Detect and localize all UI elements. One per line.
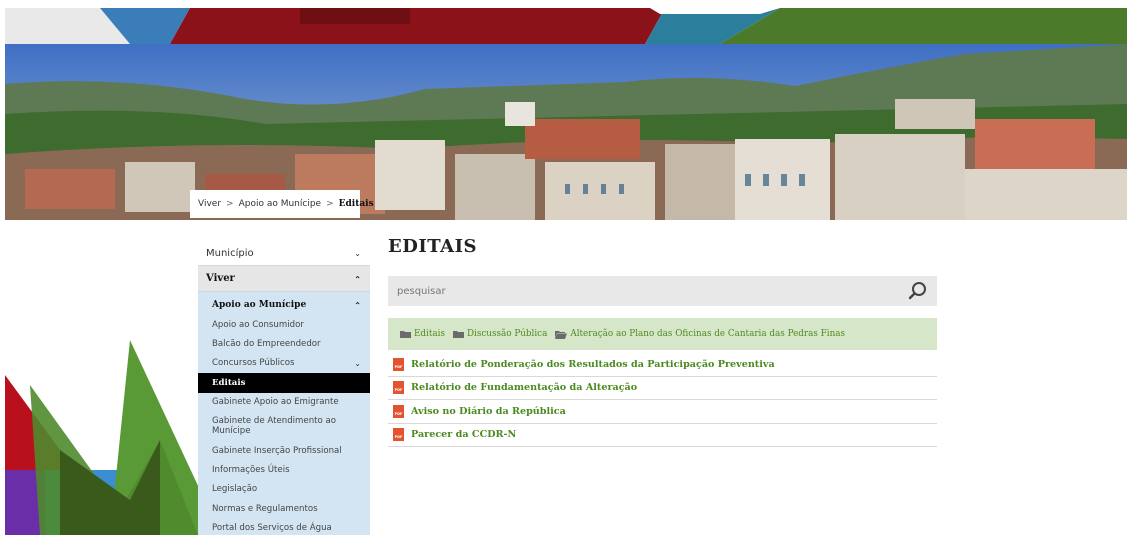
sidebar-item-balcao-empreendedor[interactable]: Balcão do Empreendedor	[198, 334, 370, 353]
file-link-relatorio-fundamentacao[interactable]: PDF Relatório de Fundamentação da Altera…	[388, 377, 937, 400]
search-icon	[908, 282, 926, 300]
file-label: Relatório de Fundamentação da Alteração	[411, 382, 638, 394]
folder-icon	[452, 331, 464, 338]
breadcrumb-current: Editais	[338, 199, 374, 209]
breadcrumb-separator: >	[326, 199, 334, 209]
folder-open-icon	[555, 330, 568, 339]
folder-label: Alteração ao Plano das Oficinas de Canta…	[570, 329, 846, 339]
chevron-up-icon: ⌃	[354, 273, 361, 284]
sidebar-item-informacoes-uteis[interactable]: Informações Úteis	[198, 460, 370, 479]
folder-link-editais[interactable]: Editais	[400, 329, 445, 339]
sidebar-item-viver[interactable]: Viver ⌃	[198, 266, 370, 292]
sidebar-item-label: Editais	[212, 377, 246, 388]
search-input[interactable]	[397, 285, 877, 297]
sidebar-item-legislacao[interactable]: Legislação	[198, 480, 370, 499]
sidebar-item-label: Apoio ao Consumidor	[212, 319, 304, 330]
file-link-relatorio-ponderacao[interactable]: PDF Relatório de Ponderação dos Resultad…	[388, 353, 937, 377]
pdf-icon: PDF	[393, 381, 404, 395]
sidebar-item-concursos-publicos[interactable]: Concursos Públicos ⌄	[198, 354, 370, 373]
sidebar-section-apoio[interactable]: Apoio ao Munícipe ⌃	[198, 295, 370, 315]
search-button[interactable]	[907, 280, 929, 302]
sidebar-item-label: Viver	[206, 273, 235, 284]
sidebar-item-label: Gabinete de Atendimento ao Munícipe	[212, 416, 337, 437]
sidebar-item-label: Informações Úteis	[212, 465, 290, 476]
town-panorama-graphic	[5, 44, 1127, 220]
breadcrumb: Viver > Apoio ao Munícipe > Editais	[190, 190, 374, 218]
chevron-up-icon: ⌃	[354, 300, 361, 310]
chevron-down-icon: ⌄	[354, 249, 361, 258]
folder-label: Editais	[414, 329, 445, 339]
sidebar-item-gabinete-insercao[interactable]: Gabinete Inserção Profissional	[198, 441, 370, 460]
file-link-parecer-ccdr[interactable]: PDF Parecer da CCDR-N	[388, 424, 937, 447]
chevron-down-icon: ⌄	[354, 358, 361, 368]
sidebar-item-label: Portal dos Serviços de Água	[212, 523, 332, 534]
hero-banner-image	[5, 44, 1127, 220]
header-strip-graphic	[0, 0, 1127, 44]
search-bar	[388, 276, 937, 306]
breadcrumb-separator: >	[226, 199, 234, 209]
file-list: PDF Relatório de Ponderação dos Resultad…	[388, 353, 937, 447]
sidebar-item-label: Concursos Públicos	[212, 358, 295, 369]
sidebar-item-municipio[interactable]: Município ⌄	[198, 242, 370, 266]
sidebar-item-label: Gabinete Inserção Profissional	[212, 445, 342, 456]
sidebar-item-label: Município	[206, 248, 254, 259]
pdf-icon: PDF	[393, 428, 404, 442]
folder-label: Discussão Pública	[466, 329, 548, 339]
sidebar-item-label: Balcão do Empreendedor	[212, 339, 321, 350]
pdf-icon: PDF	[393, 404, 404, 418]
file-label: Relatório de Ponderação dos Resultados d…	[411, 358, 775, 370]
folder-link-discussao-publica[interactable]: Discussão Pública	[452, 329, 548, 339]
decorative-shapes	[0, 330, 200, 535]
pdf-icon: PDF	[393, 357, 404, 371]
sidebar-item-normas[interactable]: Normas e Regulamentos	[198, 499, 370, 518]
sidebar-item-apoio-consumidor[interactable]: Apoio ao Consumidor	[198, 315, 370, 334]
file-label: Aviso no Diário da República	[411, 405, 566, 417]
file-link-aviso-diario[interactable]: PDF Aviso no Diário da República	[388, 400, 937, 424]
file-label: Parecer da CCDR-N	[411, 429, 517, 441]
page-title: EDITAIS	[388, 236, 478, 257]
decorative-shapes-graphic	[5, 340, 200, 535]
sidebar-item-gabinete-atendimento[interactable]: Gabinete de Atendimento ao Munícipe	[198, 412, 370, 441]
breadcrumb-link-viver[interactable]: Viver	[198, 199, 221, 209]
sidebar-item-label: Gabinete Apoio ao Emigrante	[212, 397, 339, 408]
sidebar-section-label: Apoio ao Munícipe	[212, 300, 307, 310]
folder-path-bar: Editais Discussão Pública Alteração ao P…	[388, 318, 937, 350]
folder-icon	[400, 331, 411, 338]
sidebar-item-editais[interactable]: Editais	[198, 373, 370, 393]
sidebar-nav: Município ⌄ Viver ⌃ Apoio ao Munícipe ⌃ …	[198, 242, 370, 535]
breadcrumb-link-apoio[interactable]: Apoio ao Munícipe	[239, 199, 322, 209]
sidebar-item-gabinete-emigrante[interactable]: Gabinete Apoio ao Emigrante	[198, 393, 370, 412]
sidebar-item-label: Legislação	[212, 484, 258, 495]
sidebar-item-servicos-agua[interactable]: Portal dos Serviços de Água	[198, 519, 370, 535]
folder-current-alteracao[interactable]: Alteração ao Plano das Oficinas de Canta…	[555, 329, 845, 339]
header-color-strip	[0, 0, 1127, 44]
sidebar-item-label: Normas e Regulamentos	[212, 503, 318, 514]
